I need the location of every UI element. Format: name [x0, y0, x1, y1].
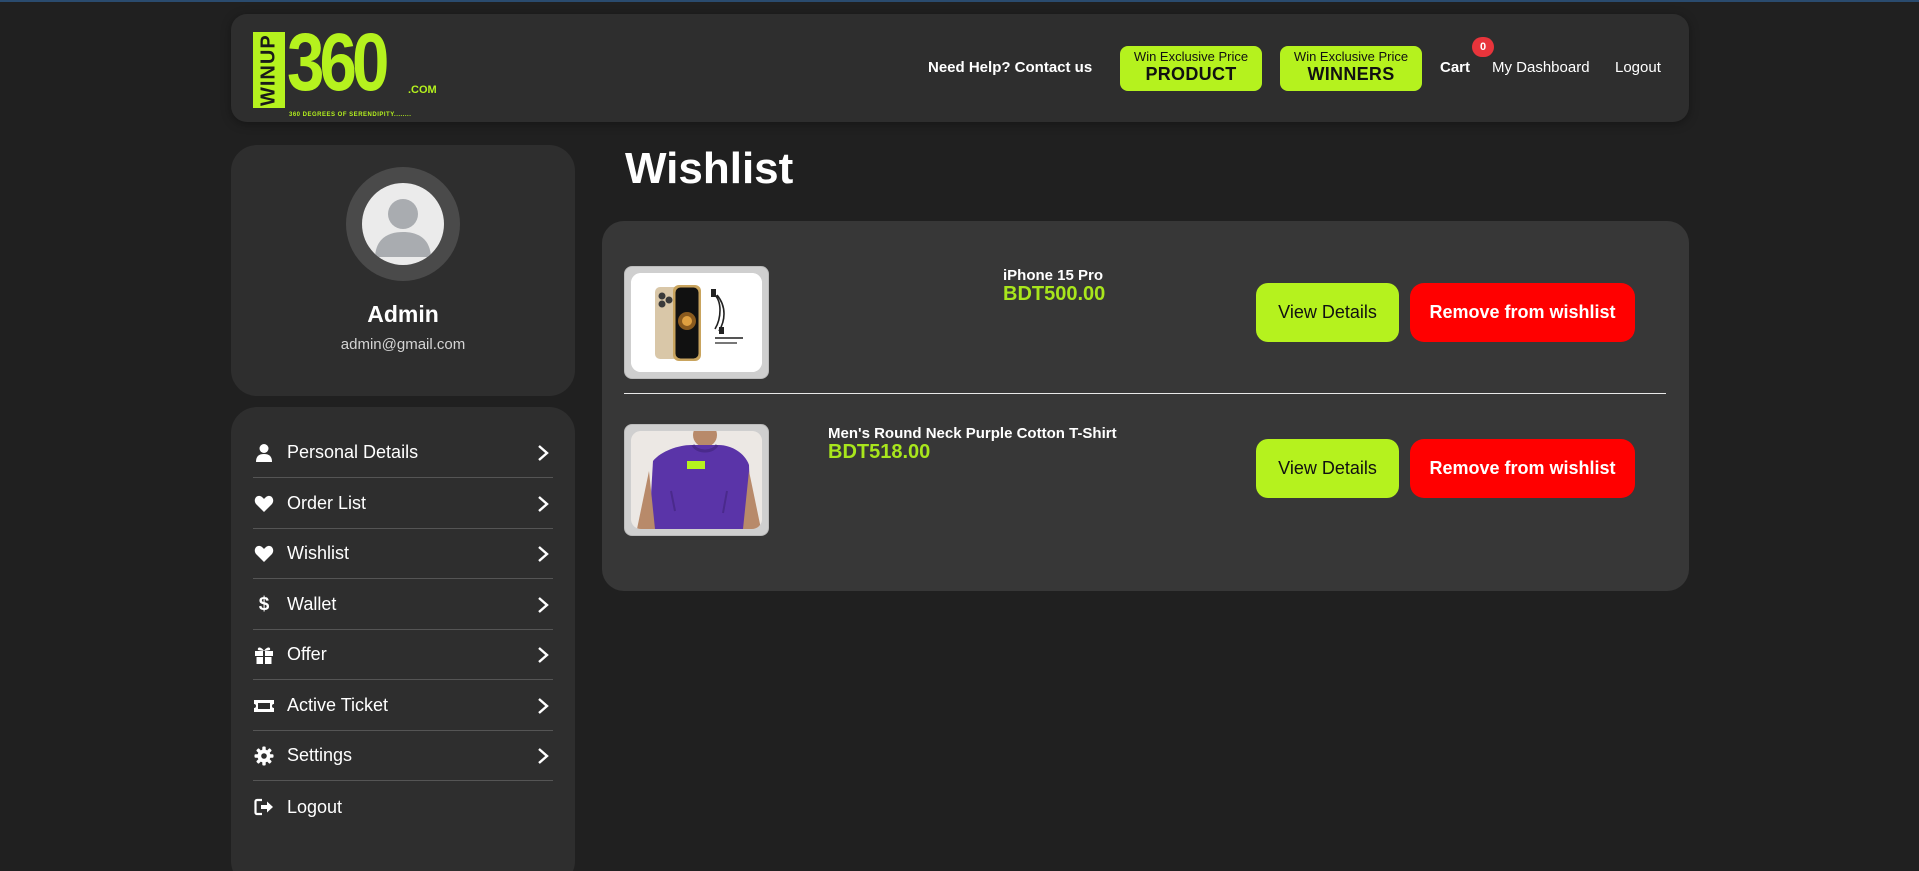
sidebar-item-label: Active Ticket	[287, 695, 389, 715]
chevron-right-icon	[538, 495, 549, 512]
view-details-button[interactable]: View Details	[1256, 439, 1399, 498]
win-product-button[interactable]: Win Exclusive Price PRODUCT	[1120, 46, 1262, 91]
sidebar-item-settings[interactable]: Settings	[253, 731, 553, 781]
sidebar-item-active-ticket[interactable]: Active Ticket	[253, 681, 553, 731]
site-logo[interactable]: WINUP 360 .COM 360 DEGREES OF SERENDIPIT…	[253, 22, 437, 118]
wishlist-item: Men's Round Neck Purple Cotton T-Shirt B…	[624, 424, 1666, 536]
chevron-right-icon	[538, 747, 549, 764]
wishlist-item: iPhone 15 Pro BDT500.00 View Details Rem…	[624, 266, 1666, 394]
sidebar-item-label: Logout	[287, 796, 343, 817]
product-price: BDT500.00	[1003, 283, 1106, 305]
remove-from-wishlist-button[interactable]: Remove from wishlist	[1410, 283, 1635, 342]
sidebar-item-label: Wishlist	[287, 543, 349, 563]
user-icon	[253, 442, 275, 464]
site-header: WINUP 360 .COM 360 DEGREES OF SERENDIPIT…	[231, 14, 1689, 122]
profile-email: admin@gmail.com	[340, 336, 466, 353]
view-details-button[interactable]: View Details	[1256, 283, 1399, 342]
dashboard-link[interactable]: My Dashboard	[1492, 59, 1590, 76]
win-product-subtitle: Win Exclusive Price	[1133, 49, 1249, 64]
logout-icon	[253, 796, 275, 818]
sidebar-item-label: Settings	[287, 745, 353, 765]
gift-icon	[253, 644, 275, 666]
logo-tagline: 360 DEGREES OF SERENDIPITY........	[289, 112, 412, 118]
sidebar-menu: Personal Details Order List Wishlist $ W…	[231, 407, 575, 871]
dollar-icon: $	[258, 593, 270, 615]
logo-suffix: .COM	[408, 84, 437, 96]
sidebar-item-offer[interactable]: Offer	[253, 630, 553, 680]
sidebar-item-order-list[interactable]: Order List	[253, 479, 553, 529]
avatar-ring	[346, 167, 460, 281]
sidebar-item-personal-details[interactable]: Personal Details	[253, 428, 553, 478]
heart-icon	[253, 543, 275, 565]
remove-from-wishlist-button[interactable]: Remove from wishlist	[1410, 439, 1635, 498]
tshirt-product-image	[631, 431, 762, 529]
profile-card: Admin admin@gmail.com	[231, 145, 575, 396]
sidebar-item-label: Order List	[287, 493, 367, 513]
win-product-title: PRODUCT	[1145, 64, 1237, 84]
product-name: Men's Round Neck Purple Cotton T-Shirt	[828, 425, 1117, 442]
chevron-right-icon	[538, 646, 549, 663]
sidebar-item-label: Offer	[287, 644, 327, 664]
profile-name: Admin	[367, 301, 439, 327]
ticket-icon	[253, 695, 275, 717]
iphone-product-image	[631, 273, 762, 372]
chevron-right-icon	[538, 444, 549, 461]
chevron-right-icon	[538, 697, 549, 714]
logo-word: WINUP	[253, 32, 285, 108]
sidebar-item-logout[interactable]: Logout	[253, 782, 553, 832]
sidebar-item-wallet[interactable]: $ Wallet	[253, 580, 553, 630]
header-logout-link[interactable]: Logout	[1615, 59, 1661, 76]
heart-icon	[253, 493, 275, 515]
wishlist-panel: iPhone 15 Pro BDT500.00 View Details Rem…	[602, 221, 1689, 591]
sidebar-item-wishlist[interactable]: Wishlist	[253, 529, 553, 579]
product-name: iPhone 15 Pro	[1003, 267, 1104, 284]
cart-link[interactable]: Cart	[1440, 59, 1470, 76]
cart-count-badge: 0	[1472, 37, 1494, 57]
avatar-person-icon	[375, 199, 431, 257]
logo-number: 360	[287, 17, 389, 108]
product-price: BDT518.00	[828, 441, 931, 463]
product-image[interactable]	[624, 424, 769, 536]
page-title: Wishlist	[625, 144, 794, 193]
chevron-right-icon	[538, 596, 549, 613]
sidebar-item-label: Personal Details	[287, 442, 419, 462]
gear-icon	[253, 745, 275, 767]
win-winners-title: WINNERS	[1307, 64, 1395, 84]
product-image[interactable]	[624, 266, 769, 379]
sidebar-item-label: Wallet	[287, 594, 337, 614]
win-winners-subtitle: Win Exclusive Price	[1293, 49, 1409, 64]
contact-link[interactable]: Need Help? Contact us	[928, 59, 1092, 76]
win-winners-button[interactable]: Win Exclusive Price WINNERS	[1280, 46, 1422, 91]
avatar	[362, 183, 444, 265]
chevron-right-icon	[538, 545, 549, 562]
